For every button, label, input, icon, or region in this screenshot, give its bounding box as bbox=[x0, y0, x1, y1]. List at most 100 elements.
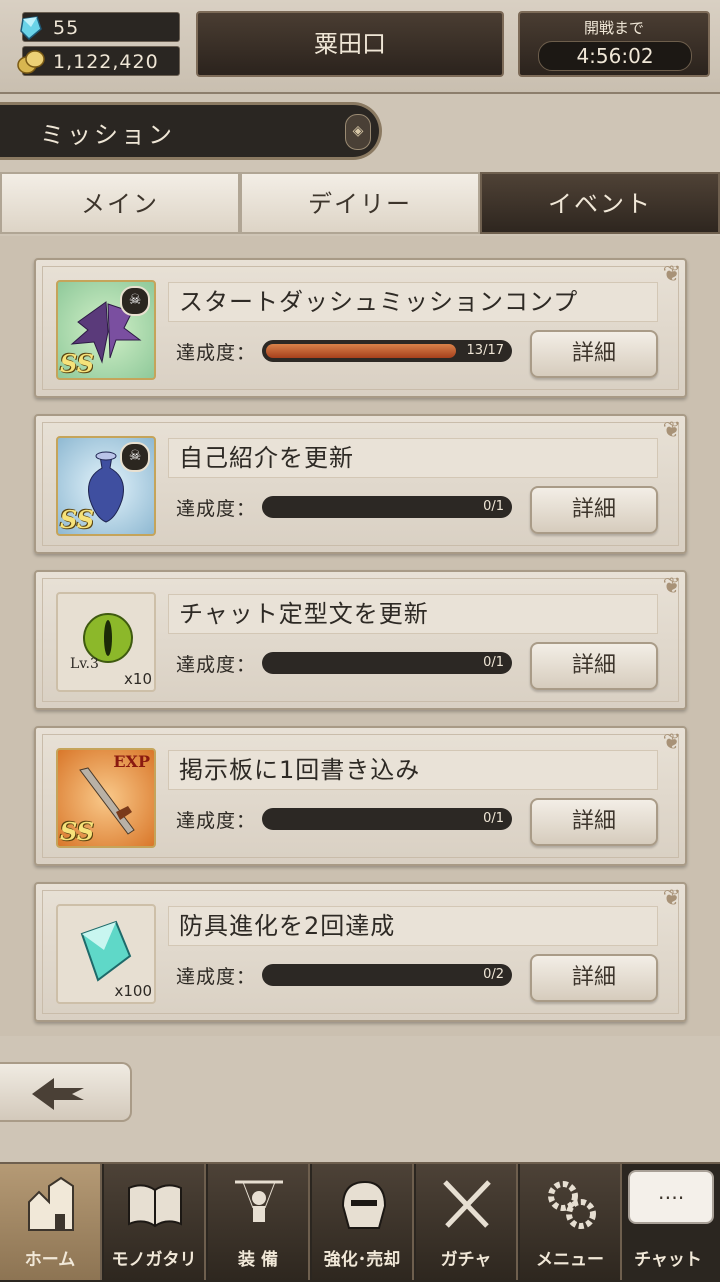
mission-card: ❦ ☠ SS 自己紹介を更新 達成度： 0/1 詳細 bbox=[34, 414, 687, 554]
corner-ornament-icon: ❦ bbox=[662, 730, 681, 755]
battle-timer-label: 開戦まで bbox=[583, 19, 644, 37]
progress-label: 達成度： bbox=[176, 810, 257, 832]
progress-label: 達成度： bbox=[176, 342, 257, 364]
puppet-icon bbox=[235, 1180, 283, 1222]
page-title: ミッション bbox=[40, 121, 175, 149]
mission-card: ❦ EXP SS 掲示板に1回書き込み 達成度： 0/1 詳細 bbox=[34, 726, 687, 866]
exp-badge: EXP bbox=[113, 752, 150, 771]
progress-bar: 0/1 bbox=[262, 652, 512, 674]
reward-ss-vase[interactable]: ☠ SS bbox=[56, 436, 156, 536]
nav-gacha[interactable]: ガチャ bbox=[416, 1164, 518, 1280]
tab-event-label: イベント bbox=[548, 190, 652, 218]
swords-icon bbox=[443, 1180, 491, 1228]
detail-button-label: 詳細 bbox=[571, 965, 616, 990]
mission-card: ❦ ☠ SS スタートダッシュミッションコンプ 達成度： 13/17 詳細 bbox=[34, 258, 687, 398]
corner-ornament-icon: ❦ bbox=[662, 262, 681, 287]
reward-quantity: x100 bbox=[114, 982, 152, 1000]
mission-title: スタートダッシュミッションコンプ bbox=[168, 282, 658, 322]
corner-ornament-icon: ❦ bbox=[662, 574, 681, 599]
reward-quantity: x10 bbox=[124, 670, 152, 688]
back-arrow-icon bbox=[32, 1078, 84, 1110]
detail-button[interactable]: 詳細 bbox=[530, 798, 658, 846]
mission-list[interactable]: ❦ ☠ SS スタートダッシュミッションコンプ 達成度： 13/17 詳細 ❦ bbox=[0, 236, 720, 1036]
tab-daily[interactable]: デイリー bbox=[240, 172, 480, 234]
detail-button[interactable]: 詳細 bbox=[530, 486, 658, 534]
progress-label: 達成度： bbox=[176, 654, 257, 676]
mission-card: ❦ x100 防具進化を2回達成 達成度： 0/2 詳細 bbox=[34, 882, 687, 1022]
nav-menu-label: メニュー bbox=[536, 1250, 604, 1270]
detail-button-label: 詳細 bbox=[571, 809, 616, 834]
gem-counter: 55 bbox=[20, 12, 180, 42]
gem-icon bbox=[20, 16, 42, 41]
reward-crystal[interactable]: x100 bbox=[56, 904, 156, 1004]
reward-eye-orb[interactable]: Lv.3 x10 bbox=[56, 592, 156, 692]
nav-enhance-label: 強化･売却 bbox=[323, 1250, 401, 1270]
ornament-icon: ◈ bbox=[345, 114, 371, 150]
book-icon bbox=[128, 1184, 182, 1228]
progress-text: 0/1 bbox=[483, 655, 504, 670]
detail-button-label: 詳細 bbox=[571, 497, 616, 522]
tab-event[interactable]: イベント bbox=[480, 172, 720, 234]
progress-bar: 13/17 bbox=[262, 340, 512, 362]
tab-main[interactable]: メイン bbox=[0, 172, 240, 234]
top-status-bar: 55 1,122,420 粟田口 開戦まで 4:56:02 bbox=[0, 0, 720, 94]
progress-text: 0/2 bbox=[483, 967, 504, 982]
detail-button[interactable]: 詳細 bbox=[530, 330, 658, 378]
progress-text: 13/17 bbox=[466, 343, 504, 358]
nav-home-label: ホーム bbox=[24, 1250, 76, 1270]
player-name-box[interactable]: 粟田口 bbox=[196, 11, 504, 77]
rank-badge: SS bbox=[60, 349, 95, 378]
level-label: Lv.3 bbox=[70, 656, 99, 672]
chat-label: チャット bbox=[634, 1250, 702, 1270]
helmet-icon bbox=[341, 1180, 387, 1229]
player-name: 粟田口 bbox=[314, 30, 386, 58]
progress-bar: 0/1 bbox=[262, 808, 512, 830]
corner-ornament-icon: ❦ bbox=[662, 418, 681, 443]
skull-badge-icon: ☠ bbox=[120, 286, 150, 316]
skull-badge-icon: ☠ bbox=[120, 442, 150, 472]
mission-title: 自己紹介を更新 bbox=[168, 438, 658, 478]
battle-timer-value: 4:56:02 bbox=[538, 41, 692, 71]
coin-counter: 1,122,420 bbox=[17, 46, 180, 76]
nav-home[interactable]: ホーム bbox=[0, 1164, 102, 1280]
bottom-nav: ホーム モノガタリ 装 備 強化･売却 ガチャ メニュー …. チャット bbox=[0, 1162, 720, 1282]
nav-gacha-label: ガチャ bbox=[440, 1250, 492, 1270]
progress-fill bbox=[266, 344, 456, 358]
detail-button[interactable]: 詳細 bbox=[530, 642, 658, 690]
gem-count: 55 bbox=[53, 17, 80, 39]
mission-title: 防具進化を2回達成 bbox=[168, 906, 658, 946]
detail-button[interactable]: 詳細 bbox=[530, 954, 658, 1002]
tab-main-label: メイン bbox=[81, 190, 159, 218]
progress-text: 0/1 bbox=[483, 811, 504, 826]
detail-button-label: 詳細 bbox=[571, 341, 616, 366]
nav-story-label: モノガタリ bbox=[111, 1250, 197, 1270]
progress-label: 達成度： bbox=[176, 498, 257, 520]
detail-button-label: 詳細 bbox=[571, 653, 616, 678]
reward-ss-wing[interactable]: ☠ SS bbox=[56, 280, 156, 380]
back-button[interactable] bbox=[0, 1062, 132, 1122]
tab-daily-label: デイリー bbox=[308, 190, 412, 218]
gears-icon bbox=[548, 1181, 596, 1229]
progress-text: 0/1 bbox=[483, 499, 504, 514]
progress-bar: 0/1 bbox=[262, 496, 512, 518]
progress-label: 達成度： bbox=[176, 966, 257, 988]
chat-bubble-icon: …. bbox=[628, 1170, 714, 1224]
chat-button[interactable]: …. チャット bbox=[616, 1164, 720, 1280]
rank-badge: SS bbox=[60, 817, 95, 846]
screen-title-bar: ミッション ◈ bbox=[0, 102, 382, 160]
mission-title: 掲示板に1回書き込み bbox=[168, 750, 658, 790]
corner-ornament-icon: ❦ bbox=[662, 886, 681, 911]
coin-icon bbox=[17, 50, 45, 74]
nav-story[interactable]: モノガタリ bbox=[104, 1164, 206, 1280]
castle-icon bbox=[28, 1176, 74, 1231]
nav-enhance[interactable]: 強化･売却 bbox=[312, 1164, 414, 1280]
rank-badge: SS bbox=[60, 505, 95, 534]
nav-equip[interactable]: 装 備 bbox=[208, 1164, 310, 1280]
battle-timer[interactable]: 開戦まで 4:56:02 bbox=[518, 11, 710, 77]
mission-card: ❦ Lv.3 x10 チャット定型文を更新 達成度： 0/1 詳細 bbox=[34, 570, 687, 710]
progress-bar: 0/2 bbox=[262, 964, 512, 986]
reward-exp-sword[interactable]: EXP SS bbox=[56, 748, 156, 848]
mission-title: チャット定型文を更新 bbox=[168, 594, 658, 634]
nav-menu[interactable]: メニュー bbox=[520, 1164, 622, 1280]
coin-count: 1,122,420 bbox=[53, 51, 159, 73]
